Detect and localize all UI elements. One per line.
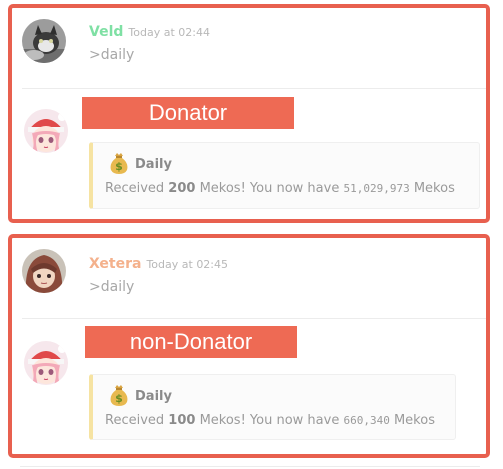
message-text: >daily bbox=[89, 279, 135, 295]
balance-value: 660,340 bbox=[343, 414, 390, 427]
received-amount: 100 bbox=[168, 413, 196, 428]
username[interactable]: Veld bbox=[89, 24, 123, 40]
embed-description: Received 200 Mekos! You now have 51,029,… bbox=[105, 181, 455, 196]
message-divider bbox=[22, 88, 486, 89]
embed-title: Daily bbox=[135, 157, 172, 172]
message-header: Veld Today at 02:44 bbox=[89, 21, 210, 40]
username[interactable]: Xetera bbox=[89, 256, 141, 272]
embed-description: Received 100 Mekos! You now have 660,340… bbox=[105, 413, 435, 428]
message-divider bbox=[20, 466, 480, 467]
received-amount: 200 bbox=[168, 181, 196, 196]
money-bag-icon: $ bbox=[107, 383, 131, 407]
non-donator-label: non-Donator bbox=[85, 326, 297, 358]
money-bag-icon: $ bbox=[107, 151, 131, 175]
svg-text:$: $ bbox=[115, 160, 123, 173]
donator-highlight-box: Veld Today at 02:44 >daily Donator $ Dai… bbox=[8, 4, 490, 223]
embed-title: Daily bbox=[135, 389, 172, 404]
daily-embed: $ Daily Received 200 Mekos! You now have… bbox=[89, 142, 480, 209]
cat-avatar[interactable] bbox=[22, 19, 66, 63]
bot-avatar[interactable] bbox=[24, 109, 68, 153]
hooded-character-avatar[interactable] bbox=[22, 249, 66, 293]
message-text: >daily bbox=[89, 47, 135, 63]
bot-avatar[interactable] bbox=[24, 341, 68, 385]
message-divider bbox=[22, 318, 486, 319]
balance-value: 51,029,973 bbox=[343, 182, 410, 195]
message-header: Xetera Today at 02:45 bbox=[89, 253, 228, 272]
timestamp: Today at 02:44 bbox=[128, 26, 210, 39]
svg-text:$: $ bbox=[115, 392, 123, 405]
daily-embed: $ Daily Received 100 Mekos! You now have… bbox=[89, 374, 456, 440]
timestamp: Today at 02:45 bbox=[146, 258, 229, 271]
donator-label: Donator bbox=[82, 97, 294, 129]
non-donator-highlight-box: Xetera Today at 02:45 >daily non-Donator … bbox=[8, 234, 490, 458]
